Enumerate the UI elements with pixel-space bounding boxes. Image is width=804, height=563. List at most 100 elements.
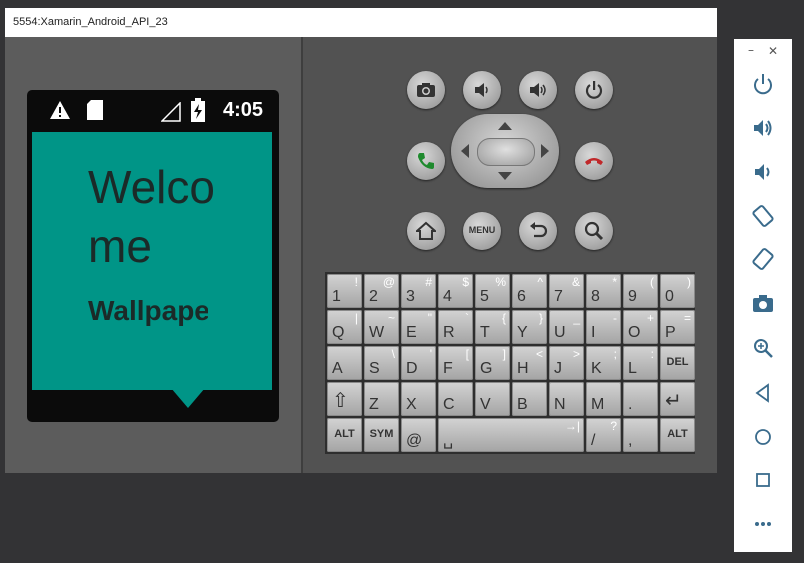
key-label: F — [443, 360, 453, 377]
key-2-9[interactable]: DEL — [660, 346, 695, 380]
dpad-right-icon[interactable] — [541, 144, 549, 158]
key-alt-label: ; — [613, 347, 617, 361]
key-1-3[interactable]: R ` — [438, 310, 473, 344]
key-3-5[interactable]: B — [512, 382, 547, 416]
dpad-up-icon[interactable] — [498, 122, 512, 130]
key-label: 0 — [665, 288, 674, 305]
call-button[interactable] — [407, 142, 445, 180]
key-label: 1 — [332, 288, 341, 305]
sdcard-icon — [87, 100, 103, 124]
window-title: 5554:Xamarin_Android_API_23 — [13, 16, 168, 28]
key-2-6[interactable]: J > — [549, 346, 584, 380]
camera-button[interactable] — [407, 71, 445, 109]
key-alt-label: ' — [429, 347, 432, 361]
key-3-3[interactable]: C — [438, 382, 473, 416]
key-2-7[interactable]: K; — [586, 346, 621, 380]
dpad-center-button[interactable] — [477, 138, 535, 166]
key-2-1[interactable]: S \ — [364, 346, 399, 380]
key-1-6[interactable]: U _ — [549, 310, 584, 344]
key-1-1[interactable]: W ~ — [364, 310, 399, 344]
power-icon[interactable] — [752, 73, 774, 99]
key-0-3[interactable]: 4 $ — [438, 274, 473, 308]
minimize-icon[interactable]: – — [748, 43, 754, 57]
key-4-6[interactable]: ALT — [660, 418, 695, 452]
rotate-right-icon[interactable] — [752, 247, 774, 275]
dpad[interactable] — [451, 114, 559, 188]
key-0-7[interactable]: 8 * — [586, 274, 621, 308]
app-content[interactable]: Welcome Wallpapers — [32, 132, 272, 390]
key-3-0[interactable]: ⇧ — [327, 382, 362, 416]
key-3-9[interactable]: ↵ — [660, 382, 695, 416]
key-4-3[interactable]: ␣ →| — [438, 418, 584, 452]
back-icon[interactable] — [752, 382, 774, 408]
key-4-2[interactable]: @ — [401, 418, 436, 452]
key-2-2[interactable]: D ' — [401, 346, 436, 380]
key-0-9[interactable]: 0) — [660, 274, 695, 308]
key-4-1[interactable]: SYM — [364, 418, 399, 452]
power-button[interactable] — [575, 71, 613, 109]
end-call-button[interactable] — [575, 142, 613, 180]
device-screen[interactable]: 4:05 Welcome Wallpapers — [27, 90, 279, 422]
key-1-0[interactable]: Q | — [327, 310, 362, 344]
key-0-8[interactable]: 9( — [623, 274, 658, 308]
key-0-6[interactable]: 7 & — [549, 274, 584, 308]
key-label: ALT — [667, 428, 688, 440]
screenshot-icon[interactable] — [752, 293, 774, 317]
back-button[interactable] — [519, 212, 557, 250]
key-2-3[interactable]: F[ — [438, 346, 473, 380]
volume-up-button[interactable] — [519, 71, 557, 109]
search-icon — [584, 221, 604, 241]
key-0-2[interactable]: 3 # — [401, 274, 436, 308]
key-label: 2 — [369, 288, 378, 305]
key-4-5[interactable]: , — [623, 418, 658, 452]
key-label: L — [628, 360, 637, 377]
key-3-2[interactable]: X — [401, 382, 436, 416]
home-button[interactable] — [407, 212, 445, 250]
key-2-5[interactable]: H < — [512, 346, 547, 380]
key-4-0[interactable]: ALT — [327, 418, 362, 452]
key-1-9[interactable]: P = — [660, 310, 695, 344]
key-0-5[interactable]: 6 ^ — [512, 274, 547, 308]
key-0-0[interactable]: 1! — [327, 274, 362, 308]
key-label: . — [628, 396, 633, 413]
close-icon[interactable]: ✕ — [768, 44, 778, 58]
key-3-1[interactable]: Z — [364, 382, 399, 416]
key-3-4[interactable]: V — [475, 382, 510, 416]
more-icon[interactable] — [752, 513, 774, 539]
key-4-4[interactable]: /? — [586, 418, 621, 452]
dpad-left-icon[interactable] — [461, 144, 469, 158]
key-alt-label: - — [613, 311, 617, 325]
key-label: R — [443, 324, 455, 341]
key-3-6[interactable]: N — [549, 382, 584, 416]
key-0-4[interactable]: 5% — [475, 274, 510, 308]
volume-down-button[interactable] — [463, 71, 501, 109]
volume-up-icon[interactable] — [752, 117, 774, 143]
key-1-7[interactable]: I- — [586, 310, 621, 344]
key-alt-label: + — [646, 311, 654, 325]
key-0-1[interactable]: 2 @ — [364, 274, 399, 308]
key-label: J — [554, 360, 562, 377]
key-3-7[interactable]: M — [586, 382, 621, 416]
status-bar: 4:05 — [27, 90, 279, 130]
home-icon[interactable] — [752, 426, 774, 452]
menu-button[interactable]: MENU — [463, 212, 501, 250]
search-button[interactable] — [575, 212, 613, 250]
key-1-5[interactable]: Y} — [512, 310, 547, 344]
key-2-4[interactable]: G] — [475, 346, 510, 380]
window-titlebar[interactable]: 5554:Xamarin_Android_API_23 — [5, 8, 717, 37]
key-3-8[interactable]: . — [623, 382, 658, 416]
key-label: A — [332, 360, 343, 377]
key-2-8[interactable]: L: — [623, 346, 658, 380]
key-2-0[interactable]: A — [327, 346, 362, 380]
key-1-2[interactable]: E " — [401, 310, 436, 344]
key-label: B — [517, 396, 528, 413]
key-label: K — [591, 360, 602, 377]
key-1-4[interactable]: T{ — [475, 310, 510, 344]
key-1-8[interactable]: O + — [623, 310, 658, 344]
overview-icon[interactable] — [752, 469, 774, 495]
zoom-icon[interactable] — [752, 337, 774, 363]
key-label: ALT — [334, 428, 355, 440]
volume-down-icon[interactable] — [752, 161, 774, 187]
dpad-down-icon[interactable] — [498, 172, 512, 180]
rotate-left-icon[interactable] — [752, 204, 774, 232]
